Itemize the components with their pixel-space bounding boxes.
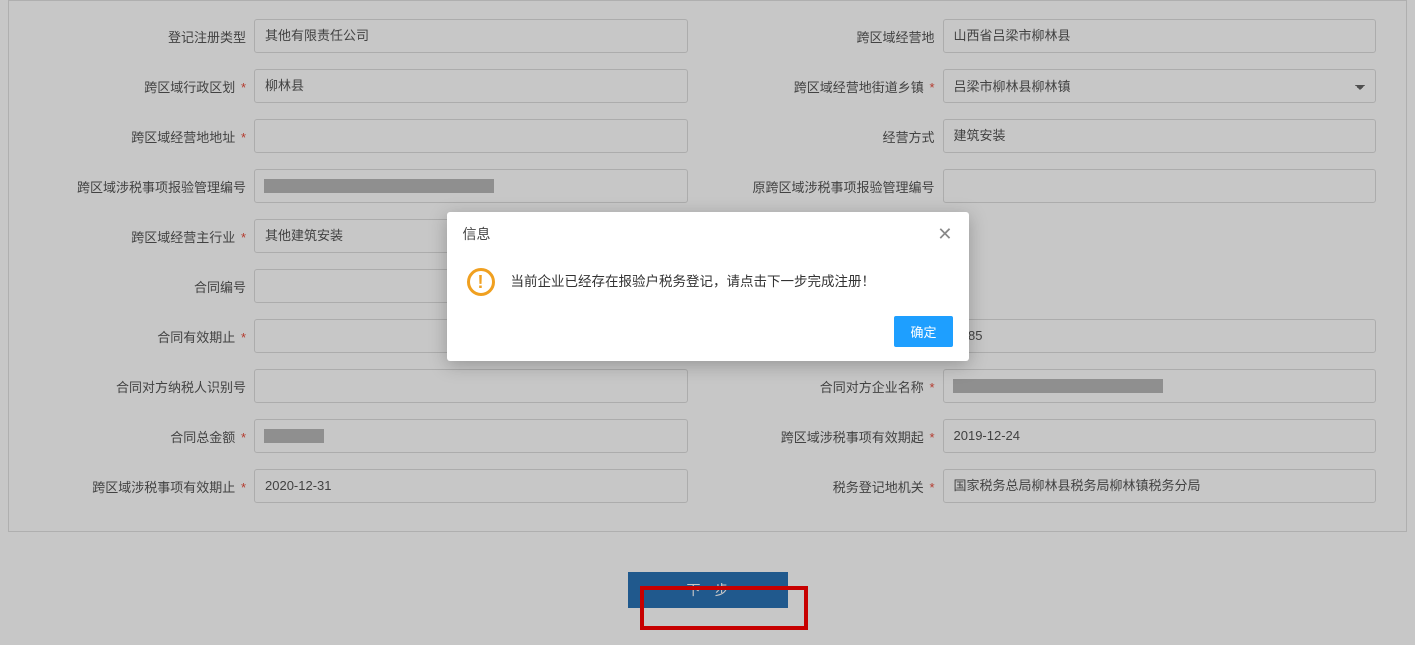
modal-header: 信息 ✕ (447, 212, 969, 256)
modal-confirm-button[interactable]: 确定 (894, 316, 952, 347)
warning-icon: ! (467, 268, 495, 296)
info-modal: 信息 ✕ ! 当前企业已经存在报验户税务登记，请点击下一步完成注册！ 确定 (447, 212, 969, 361)
modal-title: 信息 (463, 224, 491, 244)
modal-message: 当前企业已经存在报验户税务登记，请点击下一步完成注册！ (511, 271, 876, 293)
modal-overlay: 信息 ✕ ! 当前企业已经存在报验户税务登记，请点击下一步完成注册！ 确定 (0, 0, 1415, 645)
modal-body: ! 当前企业已经存在报验户税务登记，请点击下一步完成注册！ (447, 256, 969, 316)
modal-close-button[interactable]: ✕ (937, 225, 952, 243)
close-icon: ✕ (937, 224, 952, 244)
modal-footer: 确定 (447, 316, 969, 361)
